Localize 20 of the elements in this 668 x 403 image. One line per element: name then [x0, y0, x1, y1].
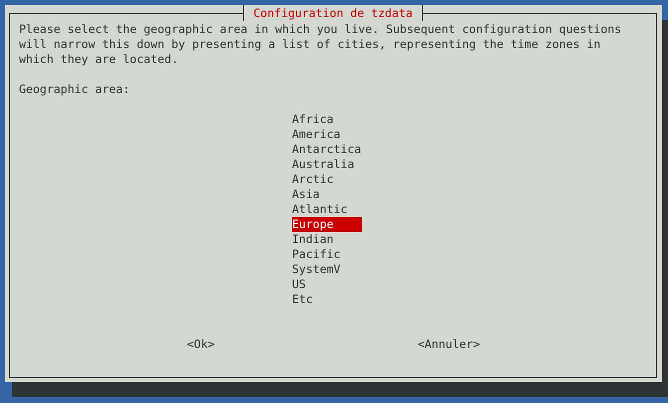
message-text: which they are located.	[19, 52, 180, 67]
dialog-button[interactable]: <Ok>	[187, 337, 215, 352]
prompt-label: Geographic area:	[19, 82, 131, 97]
list-item[interactable]: America	[292, 127, 362, 142]
list-item[interactable]: Pacific	[292, 247, 362, 262]
list-item[interactable]: Australia	[292, 157, 362, 172]
list-item[interactable]: Antarctica	[292, 142, 362, 157]
list-item[interactable]: Asia	[292, 187, 362, 202]
list-item[interactable]: SystemV	[292, 262, 362, 277]
list-item[interactable]: Indian	[292, 232, 362, 247]
dialog-button[interactable]: <Annuler>	[418, 337, 480, 352]
list-item[interactable]: Africa	[292, 112, 362, 127]
message-text: will narrow this down by presenting a list of cities, representing the time zones in	[19, 37, 602, 52]
list-item[interactable]: US	[292, 277, 362, 292]
list-item[interactable]: Europe	[292, 217, 362, 232]
message-text: Please select the geographic area in which you live. Subsequent configuration questions	[19, 22, 622, 37]
list-item[interactable]: Arctic	[292, 172, 362, 187]
list-item[interactable]: Etc	[292, 292, 362, 307]
list-item[interactable]: Atlantic	[292, 202, 362, 217]
dialog-title: Configuration de tzdata	[243, 5, 423, 21]
